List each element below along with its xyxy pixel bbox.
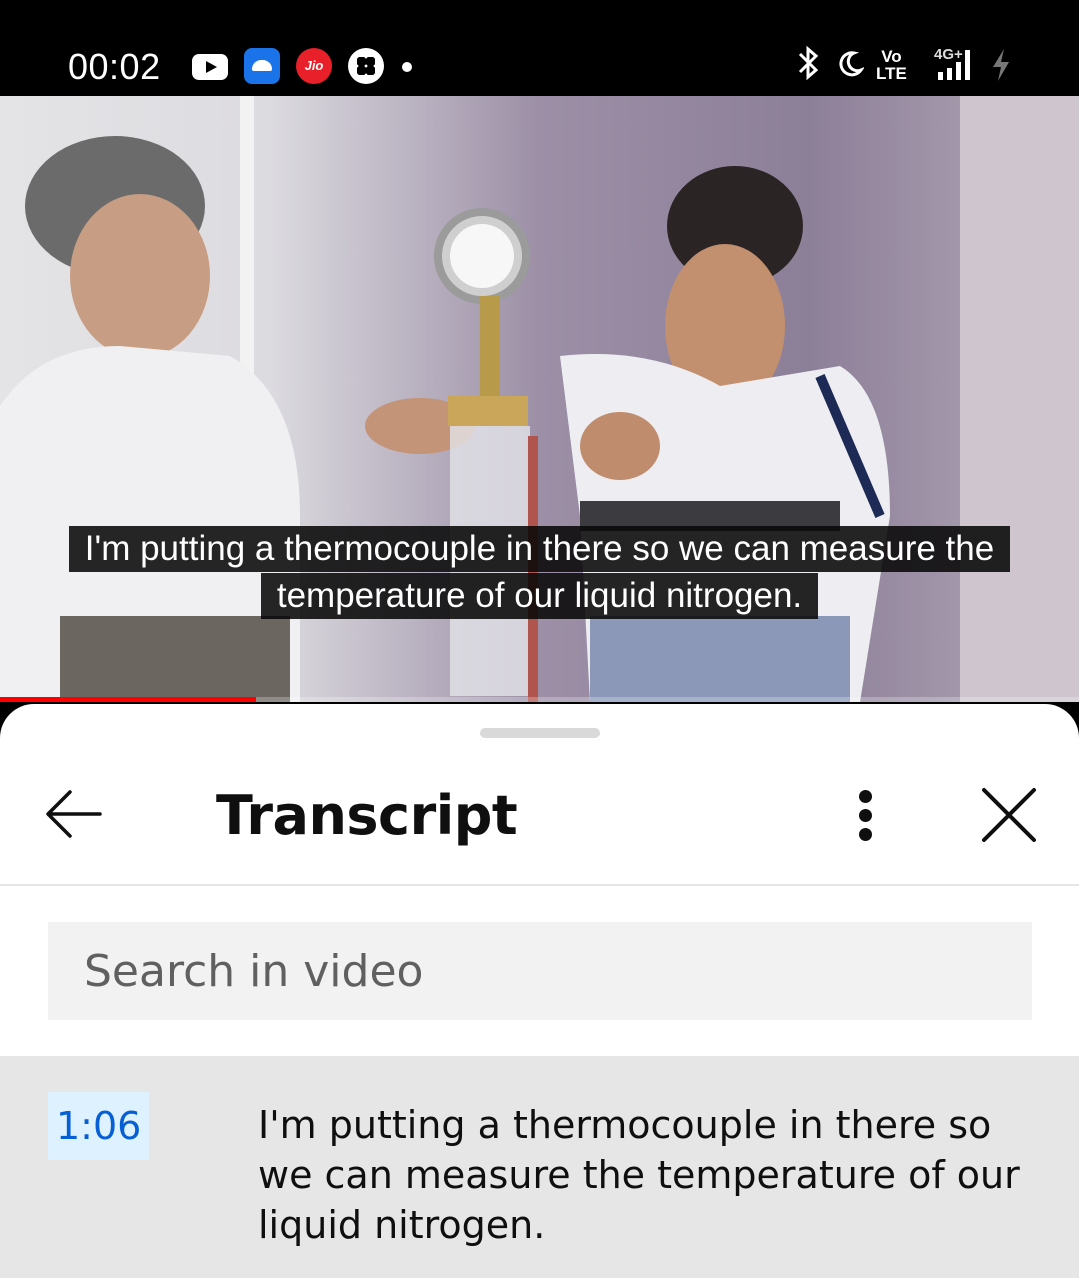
jio-icon: Jio bbox=[296, 48, 332, 84]
drag-handle[interactable] bbox=[480, 728, 600, 738]
youtube-icon bbox=[192, 54, 228, 80]
transcript-header: Transcript bbox=[0, 744, 1079, 884]
segment-timestamp[interactable]: 1:06 bbox=[48, 1092, 150, 1160]
video-progress-fill bbox=[0, 697, 256, 702]
header-divider bbox=[0, 884, 1079, 886]
close-button[interactable] bbox=[976, 782, 1042, 848]
transcript-segment[interactable]: 1:06 I'm putting a thermocouple in there… bbox=[0, 1056, 1079, 1278]
video-progress-bar[interactable] bbox=[0, 697, 1079, 702]
status-bar: 00:02 Jio Vo LTE 4G+ bbox=[0, 0, 1079, 96]
transcript-panel: Transcript 1:06 I'm putting a thermocoup… bbox=[0, 704, 1079, 1278]
segment-text: I'm putting a thermocouple in there so w… bbox=[258, 1103, 1020, 1247]
caption-line-1: I'm putting a thermocouple in there so w… bbox=[68, 526, 1011, 572]
back-arrow-icon bbox=[46, 790, 102, 838]
caption-line-1-wrap: I'm putting a thermocouple in there so w… bbox=[0, 526, 1079, 572]
search-input[interactable] bbox=[48, 922, 1032, 1020]
volte-icon: Vo LTE bbox=[876, 48, 907, 82]
android-debug-icon bbox=[244, 48, 280, 84]
notification-dot-icon bbox=[402, 62, 412, 72]
close-icon bbox=[982, 788, 1036, 842]
more-dot-icon bbox=[859, 790, 872, 803]
do-not-disturb-moon-icon bbox=[836, 50, 866, 78]
volte-top-label: Vo bbox=[881, 47, 902, 66]
panel-title: Transcript bbox=[216, 784, 518, 847]
volte-bottom-label: LTE bbox=[876, 64, 907, 83]
network-type-label: 4G+ bbox=[934, 46, 963, 63]
clover-icon bbox=[348, 48, 384, 84]
caption-line-2: temperature of our liquid nitrogen. bbox=[260, 573, 819, 619]
caption-line-2-wrap: temperature of our liquid nitrogen. bbox=[0, 573, 1079, 619]
bluetooth-icon bbox=[796, 44, 822, 91]
charging-bolt-icon bbox=[990, 48, 1012, 82]
back-button[interactable] bbox=[40, 784, 106, 844]
signal-icon: 4G+ bbox=[924, 44, 980, 84]
more-options-button[interactable] bbox=[846, 784, 886, 846]
video-player[interactable]: I'm putting a thermocouple in there so w… bbox=[0, 96, 1079, 702]
more-dot-icon bbox=[859, 828, 872, 841]
more-dot-icon bbox=[859, 809, 872, 822]
status-time: 00:02 bbox=[68, 46, 161, 87]
